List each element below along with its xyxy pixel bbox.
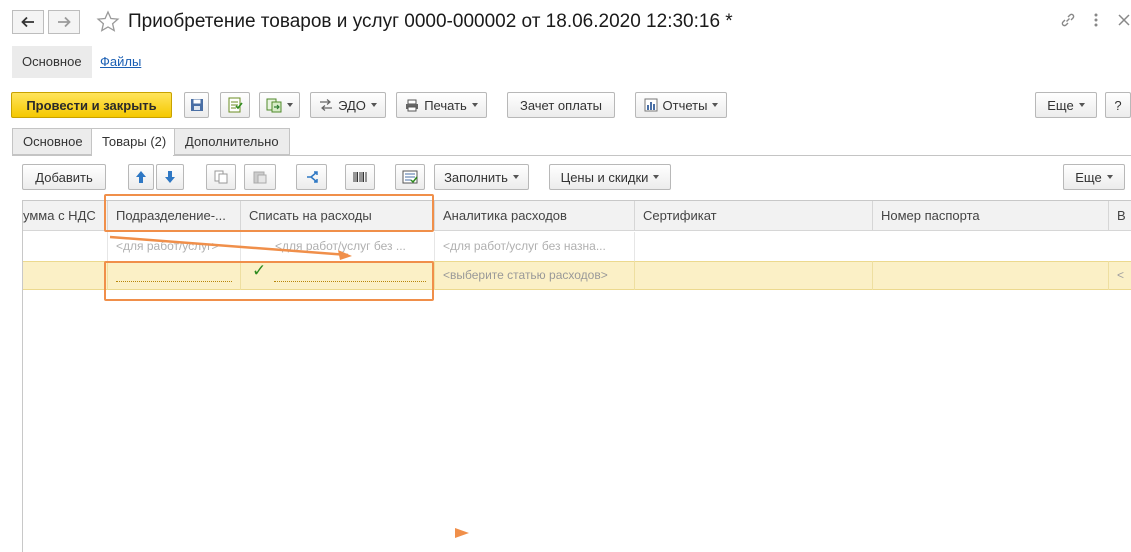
annotation-arrow-head — [455, 528, 469, 538]
annotation-arrow-line — [109, 235, 349, 257]
annotation-arrows — [109, 235, 469, 538]
annotation-arrow-head — [338, 250, 352, 260]
